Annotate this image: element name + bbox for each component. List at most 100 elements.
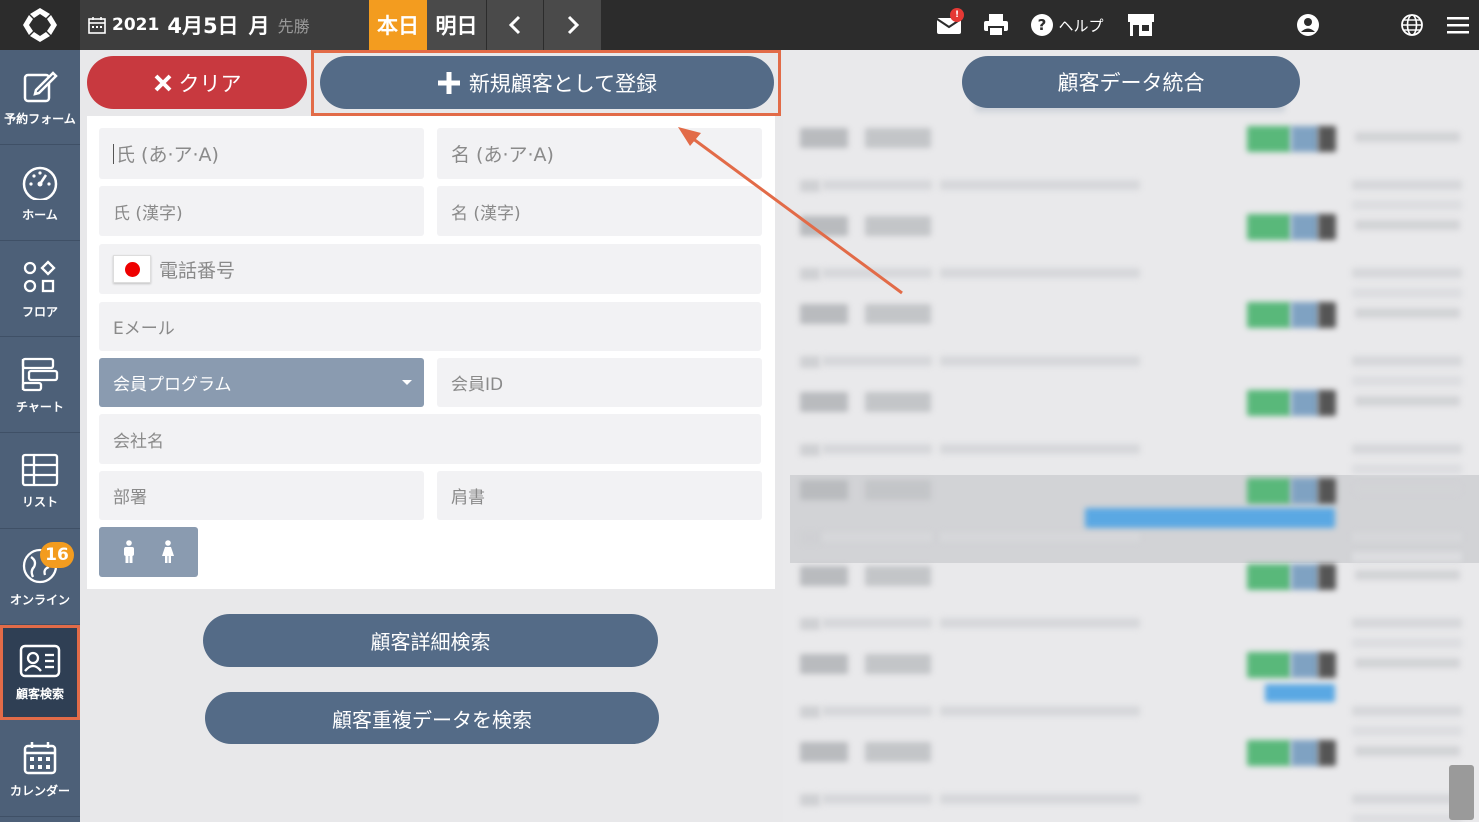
blurred-placeholder: [1318, 564, 1336, 590]
blurred-placeholder: [1352, 726, 1462, 736]
blurred-placeholder: [822, 268, 932, 278]
prev-day-button[interactable]: [487, 0, 543, 50]
last-name-kanji-placeholder: 氏 (漢字): [113, 203, 183, 224]
blurred-placeholder: [940, 706, 1140, 716]
sidebar-item-floor[interactable]: フロア: [0, 242, 80, 337]
blurred-placeholder: [1247, 390, 1291, 416]
sidebar-item-customer-search[interactable]: 顧客検索: [0, 625, 80, 720]
blurred-placeholder: [800, 794, 820, 806]
user-icon: [1297, 14, 1319, 36]
tomorrow-button[interactable]: 明日: [427, 0, 486, 50]
blurred-placeholder: [1265, 684, 1335, 702]
sidebar-item-list[interactable]: リスト: [0, 434, 80, 529]
blurred-placeholder: [1352, 618, 1462, 628]
blurred-placeholder: [1318, 652, 1336, 678]
sidebar-item-home[interactable]: ホーム: [0, 146, 80, 241]
male-icon[interactable]: [122, 540, 136, 564]
blurred-placeholder: [800, 180, 820, 192]
globe-icon: [1401, 14, 1423, 36]
detailed-search-button[interactable]: 顧客詳細検索: [203, 614, 658, 667]
help-button[interactable]: ? ヘルプ: [1030, 0, 1104, 50]
first-name-kanji-input[interactable]: 名 (漢字): [437, 186, 762, 236]
date-rokuyo: 先勝: [277, 17, 310, 36]
print-button[interactable]: [980, 0, 1012, 50]
date-weekday: 月: [248, 14, 270, 38]
member-id-input[interactable]: 会員ID: [437, 358, 762, 407]
last-name-kana-input[interactable]: 氏 (あ·ア·A): [99, 128, 424, 179]
blurred-placeholder: [1352, 794, 1462, 804]
member-program-select[interactable]: 会員プログラム: [99, 358, 424, 407]
sidebar-item-chart[interactable]: チャート: [0, 338, 80, 433]
blurred-placeholder: [822, 444, 932, 454]
floor-shapes-icon: [23, 259, 56, 292]
next-day-button[interactable]: [544, 0, 601, 50]
blurred-placeholder: [1352, 464, 1462, 474]
blurred-placeholder: [800, 356, 820, 368]
blurred-placeholder: [1352, 200, 1462, 210]
phone-input[interactable]: 電話番号: [99, 244, 761, 294]
blurred-placeholder: [800, 480, 848, 500]
blurred-placeholder: [1085, 508, 1335, 528]
blurred-placeholder: [1352, 288, 1462, 298]
mail-button[interactable]: !: [932, 0, 966, 50]
blurred-placeholder: [800, 566, 848, 586]
menu-button[interactable]: [1444, 0, 1472, 50]
last-name-kana-placeholder: 氏 (あ·ア·A): [116, 144, 219, 166]
text-cursor: [113, 143, 114, 164]
register-new-customer-button[interactable]: 新規顧客として登録: [320, 56, 774, 109]
department-input[interactable]: 部署: [99, 471, 424, 520]
blurred-placeholder: [865, 742, 931, 762]
app-logo-icon[interactable]: [0, 0, 80, 50]
blurred-placeholder: [1291, 126, 1319, 152]
store-button[interactable]: [1124, 0, 1158, 50]
top-bar: 2021 4月5日 月 先勝 本日 明日 ! ? ヘルプ: [0, 0, 1479, 50]
online-count-badge: 16: [40, 542, 74, 568]
blurred-placeholder: [1247, 564, 1291, 590]
blurred-placeholder: [1247, 126, 1291, 152]
sidebar-item-booking-form[interactable]: 予約フォーム: [0, 50, 80, 145]
date-month-day: 4月5日: [167, 14, 239, 38]
language-button[interactable]: [1398, 0, 1426, 50]
duplicate-search-button[interactable]: 顧客重複データを検索: [205, 692, 659, 744]
table-list-icon: [21, 453, 59, 486]
register-label: 新規顧客として登録: [468, 71, 658, 96]
edit-icon: [23, 70, 58, 102]
sidebar: 予約フォーム ホーム フロア チャート リスト 16 オンライン 顧客検索 カレ…: [0, 50, 80, 822]
member-program-label: 会員プログラム: [113, 375, 232, 395]
sidebar-item-online[interactable]: 16 オンライン: [0, 530, 80, 625]
female-icon[interactable]: [161, 540, 175, 564]
blurred-placeholder: [800, 618, 820, 630]
email-input[interactable]: Eメール: [99, 302, 761, 351]
department-placeholder: 部署: [113, 488, 147, 508]
sidebar-item-label: フロア: [21, 304, 58, 319]
blurred-placeholder: [940, 618, 1140, 628]
blurred-placeholder: [1352, 706, 1462, 716]
blurred-placeholder: [1355, 484, 1460, 494]
blurred-placeholder: [865, 128, 931, 148]
job-title-input[interactable]: 肩書: [437, 471, 762, 520]
first-name-kana-input[interactable]: 名 (あ·ア·A): [437, 128, 762, 179]
date-selector[interactable]: 2021 4月5日 月 先勝: [80, 0, 369, 50]
japan-flag-icon[interactable]: [113, 255, 151, 283]
calendar-icon: [88, 17, 106, 34]
blurred-placeholder: [822, 356, 932, 366]
timeline-chart-icon: [21, 357, 59, 391]
blurred-placeholder: [940, 532, 1140, 542]
merge-customer-data-button[interactable]: 顧客データ統合: [962, 56, 1300, 108]
company-input[interactable]: 会社名: [99, 414, 761, 464]
today-button[interactable]: 本日: [369, 0, 427, 50]
blurred-placeholder: [940, 794, 1140, 804]
sidebar-item-label: リスト: [21, 494, 58, 509]
clear-button[interactable]: クリア: [87, 56, 307, 109]
email-placeholder: Eメール: [113, 319, 175, 339]
blurred-placeholder: [822, 706, 932, 716]
blurred-placeholder: [1247, 478, 1291, 504]
blurred-placeholder: [1247, 302, 1291, 328]
account-button[interactable]: [1294, 0, 1322, 50]
chevron-right-icon: [567, 15, 579, 35]
blurred-placeholder: [800, 444, 820, 456]
list-scrollbar[interactable]: [1449, 765, 1474, 820]
sidebar-item-calendar[interactable]: カレンダー: [0, 722, 80, 817]
blurred-placeholder: [1318, 214, 1336, 240]
last-name-kanji-input[interactable]: 氏 (漢字): [99, 186, 424, 236]
